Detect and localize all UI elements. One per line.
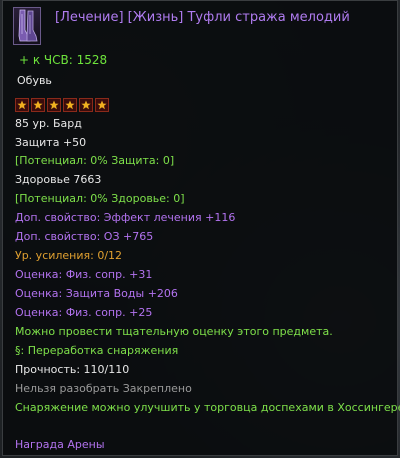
- upgrade-note: Снаряжение можно улучшить у торговца дос…: [15, 401, 400, 414]
- appraisal-note: Можно провести тщательную оценку этого п…: [15, 325, 333, 338]
- appraisal-2: Оценка: Защита Воды +206: [15, 287, 178, 300]
- item-tooltip: [Лечение] [Жизнь] Туфли стража мелодий +…: [2, 0, 400, 456]
- item-source: Награда Арены: [15, 438, 105, 451]
- grade-stars: [15, 98, 109, 112]
- potential-defense: [Потенциал: 0% Защита: 0]: [15, 154, 175, 167]
- item-title: [Лечение] [Жизнь] Туфли стража мелодий: [55, 10, 350, 25]
- star-icon: [79, 98, 93, 112]
- defense-stat: Защита +50: [15, 136, 87, 149]
- restrictions: Нельзя разобрать Закреплено: [15, 382, 192, 395]
- item-slot: Обувь: [17, 74, 52, 87]
- star-icon: [31, 98, 45, 112]
- health-stat: Здоровье 7663: [15, 173, 102, 186]
- potential-health: [Потенциал: 0% Здоровье: 0]: [15, 192, 185, 205]
- level-class: 85 ур. Бард: [15, 117, 82, 130]
- star-icon: [15, 98, 29, 112]
- boots-icon: [13, 7, 41, 45]
- star-icon: [47, 98, 61, 112]
- rework-note: §: Переработка снаряжения: [15, 344, 179, 357]
- extra-property-hp: Доп. свойство: ОЗ +765: [15, 230, 154, 243]
- durability: Прочность: 110/110: [15, 363, 130, 376]
- star-icon: [95, 98, 109, 112]
- enhance-level: Ур. усиления: 0/12: [15, 249, 123, 262]
- main-stat: + к ЧСВ: 1528: [19, 53, 108, 67]
- appraisal-1: Оценка: Физ. сопр. +31: [15, 268, 153, 281]
- star-icon: [63, 98, 77, 112]
- extra-property-heal: Доп. свойство: Эффект лечения +116: [15, 211, 236, 224]
- appraisal-3: Оценка: Физ. сопр. +25: [15, 306, 153, 319]
